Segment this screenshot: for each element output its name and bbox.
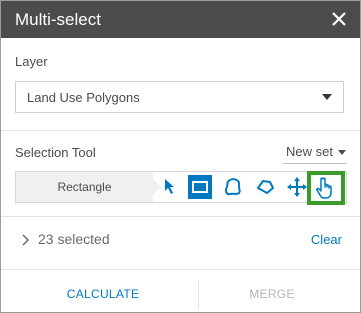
selection-tool-label: Selection Tool bbox=[15, 145, 96, 160]
dropdown-underline bbox=[283, 163, 347, 164]
divider bbox=[1, 216, 360, 217]
layer-select-value: Land Use Polygons bbox=[27, 90, 140, 105]
selection-mode-dropdown[interactable]: New set bbox=[286, 144, 346, 160]
hand-pointer-icon bbox=[316, 177, 332, 199]
chevron-right-icon bbox=[22, 234, 30, 246]
active-tool-name: Rectangle bbox=[16, 172, 153, 202]
calculate-button[interactable]: CALCULATE bbox=[23, 287, 183, 301]
divider bbox=[1, 130, 360, 131]
close-icon bbox=[332, 12, 346, 26]
title-bar: Multi-select bbox=[1, 1, 360, 38]
lasso-tool-button[interactable] bbox=[220, 174, 246, 200]
selection-toolbar: Rectangle bbox=[15, 171, 347, 203]
hand-tool-button[interactable] bbox=[307, 171, 345, 205]
multi-select-panel: Multi-select Layer Land Use Polygons Sel… bbox=[0, 0, 361, 313]
select-tool-button[interactable] bbox=[159, 174, 185, 200]
caret-down-icon bbox=[338, 150, 346, 156]
selected-count: 23 selected bbox=[38, 231, 110, 247]
selection-mode-value: New set bbox=[286, 144, 333, 159]
polygon-tool-button[interactable] bbox=[252, 174, 278, 200]
layer-select[interactable]: Land Use Polygons bbox=[15, 81, 344, 113]
window-title: Multi-select bbox=[15, 10, 101, 29]
rectangle-icon bbox=[192, 181, 208, 193]
polygon-icon bbox=[257, 180, 274, 194]
close-button[interactable] bbox=[328, 8, 350, 30]
divider bbox=[1, 269, 360, 270]
select-cursor-icon bbox=[165, 179, 174, 194]
caret-down-icon bbox=[322, 94, 332, 100]
rectangle-tool-button[interactable] bbox=[188, 175, 212, 199]
merge-button[interactable]: MERGE bbox=[192, 287, 352, 301]
footer-actions: CALCULATE MERGE bbox=[1, 274, 360, 312]
lasso-icon bbox=[225, 178, 241, 196]
layer-label: Layer bbox=[15, 54, 48, 69]
clear-button[interactable]: Clear bbox=[311, 232, 342, 247]
selection-summary[interactable]: 23 selected Clear bbox=[1, 223, 360, 257]
